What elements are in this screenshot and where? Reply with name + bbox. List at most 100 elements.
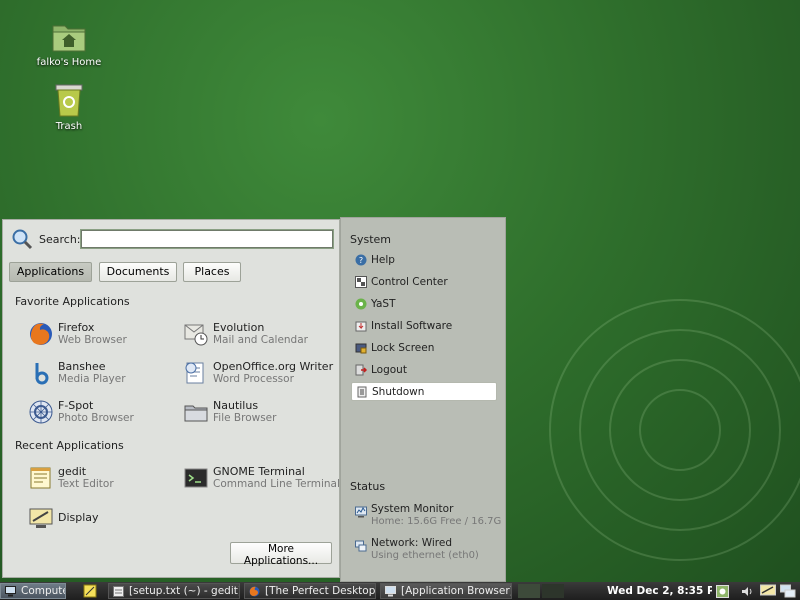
help-icon: ?	[355, 254, 367, 266]
more-applications-button[interactable]: More Applications...	[230, 542, 332, 567]
app-desc: Media Player	[58, 373, 126, 385]
app-firefox[interactable]: Firefox Web Browser	[28, 319, 178, 349]
app-name: F-Spot	[58, 399, 94, 412]
lock-icon	[355, 343, 367, 354]
trash-icon	[55, 84, 83, 117]
app-desc: Command Line Terminal	[213, 478, 340, 490]
launcher-notes[interactable]	[80, 582, 102, 600]
desktop-icon-label: falko's Home	[36, 57, 102, 68]
computer-menu-button[interactable]: Computer	[0, 583, 66, 599]
taskbar: Computer [setup.txt (~) - gedit] [The Pe…	[0, 582, 800, 600]
evolution-icon	[184, 324, 208, 346]
system-monitor-icon	[355, 506, 367, 518]
system-item-help[interactable]: ? Help	[351, 251, 497, 270]
desktop-icon-home[interactable]: falko's Home	[24, 20, 114, 68]
app-name: OpenOffice.org Writer	[213, 360, 334, 373]
system-item-label: Control Center	[371, 276, 448, 288]
system-item-label: Shutdown	[372, 386, 425, 398]
system-item-shutdown[interactable]: Shutdown	[351, 382, 497, 401]
app-name: Nautilus	[213, 399, 259, 412]
app-desc: Word Processor	[213, 373, 294, 385]
home-folder-icon	[52, 25, 86, 52]
search-row: Search:	[11, 228, 334, 250]
tab-applications[interactable]: Applications	[9, 262, 92, 282]
system-item-lock-screen[interactable]: Lock Screen	[351, 339, 497, 358]
swirl-decoration	[549, 299, 800, 561]
favorites-title: Favorite Applications	[15, 295, 130, 308]
app-display[interactable]: Display	[28, 503, 178, 533]
app-fspot[interactable]: F-Spot Photo Browser	[28, 397, 178, 427]
taskbar-window-label: [Application Browser]	[401, 585, 512, 597]
app-evolution[interactable]: Evolution Mail and Calendar	[183, 319, 333, 349]
computer-label: Computer	[21, 585, 65, 597]
system-item-logout[interactable]: Logout	[351, 361, 497, 380]
taskbar-window-label: [The Perfect Desktop...	[265, 585, 376, 597]
system-item-yast[interactable]: YaST	[351, 295, 497, 314]
tray-network-status[interactable]	[780, 582, 798, 600]
network-status-icon	[780, 584, 796, 598]
computer-icon	[5, 586, 16, 597]
system-title: System	[350, 233, 392, 246]
app-desc: Mail and Calendar	[213, 334, 308, 346]
app-name: Firefox	[58, 321, 95, 334]
status-name: Network: Wired	[371, 537, 452, 549]
svg-text:?: ?	[359, 256, 363, 265]
display-icon	[29, 508, 53, 528]
logout-icon	[355, 364, 367, 376]
search-label: Search:	[39, 233, 81, 246]
network-icon	[355, 540, 367, 552]
applications-pane: Search: Applications Documents Places Fa…	[2, 219, 340, 578]
app-name: Evolution	[213, 321, 265, 334]
banshee-icon	[35, 363, 49, 385]
firefox-icon	[30, 323, 52, 345]
taskbar-window-application-browser[interactable]: [Application Browser]	[380, 583, 512, 599]
app-name: Banshee	[58, 360, 106, 373]
app-name: GNOME Terminal	[213, 465, 305, 478]
firefox-icon	[249, 586, 260, 597]
app-name: Display	[58, 511, 99, 524]
terminal-icon	[184, 468, 208, 488]
network-tray-icon	[716, 585, 729, 598]
taskbar-window-firefox[interactable]: [The Perfect Desktop...	[244, 583, 376, 599]
tray-network[interactable]	[716, 582, 730, 600]
workspace-2[interactable]	[542, 584, 564, 598]
desktop-icon-trash[interactable]: Trash	[24, 82, 114, 132]
workspace-1[interactable]	[518, 584, 540, 598]
system-item-label: Help	[371, 254, 395, 266]
control-center-icon	[355, 276, 367, 288]
display-tray-icon	[760, 584, 776, 596]
taskbar-window-gedit[interactable]: [setup.txt (~) - gedit]	[108, 583, 240, 599]
gedit-icon	[30, 467, 51, 489]
tray-display[interactable]	[760, 582, 778, 600]
app-desc: Text Editor	[58, 478, 114, 490]
status-title: Status	[350, 480, 386, 493]
tab-documents[interactable]: Documents	[99, 262, 177, 282]
tray-volume[interactable]	[740, 582, 754, 600]
taskbar-window-label: [setup.txt (~) - gedit]	[129, 585, 240, 597]
search-input[interactable]	[80, 229, 334, 249]
computer-icon	[385, 586, 396, 597]
yast-icon	[355, 298, 367, 310]
app-writer[interactable]: OpenOffice.org Writer Word Processor	[183, 358, 338, 388]
tab-places[interactable]: Places	[183, 262, 241, 282]
app-gnome-terminal[interactable]: GNOME Terminal Command Line Terminal	[183, 463, 340, 493]
system-item-control-center[interactable]: Control Center	[351, 273, 497, 292]
clock[interactable]: Wed Dec 2, 8:35 PM	[607, 582, 712, 600]
app-desc: File Browser	[213, 412, 277, 424]
app-gedit[interactable]: gedit Text Editor	[28, 463, 178, 493]
volume-icon	[742, 587, 752, 596]
system-item-install-software[interactable]: Install Software	[351, 317, 497, 336]
writer-icon	[185, 362, 204, 384]
app-nautilus[interactable]: Nautilus File Browser	[183, 397, 333, 427]
note-icon	[83, 584, 97, 598]
app-desc: Photo Browser	[58, 412, 134, 424]
fspot-icon	[29, 400, 53, 424]
desktop-icon-label: Trash	[55, 121, 83, 132]
system-pane: System ? Help Control Center YaST Instal…	[340, 217, 506, 582]
app-banshee[interactable]: Banshee Media Player	[28, 358, 178, 388]
status-name: System Monitor	[371, 503, 454, 515]
system-item-label: Install Software	[371, 320, 453, 332]
status-network[interactable]: Network: Wired Using ethernet (eth0)	[351, 536, 501, 568]
status-system-monitor[interactable]: System Monitor Home: 15.6G Free / 16.7G	[351, 502, 501, 534]
nautilus-icon	[184, 405, 208, 422]
